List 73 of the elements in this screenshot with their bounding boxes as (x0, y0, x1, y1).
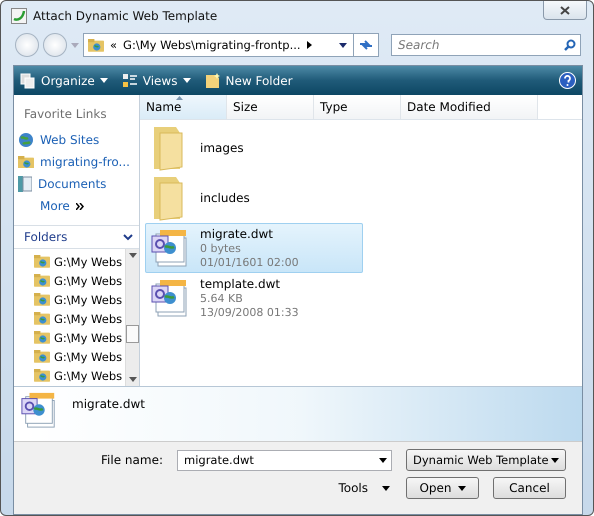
close-icon (560, 6, 570, 14)
folder-globe-icon (34, 274, 50, 287)
favorite-link[interactable]: migrating-fro... (14, 151, 139, 173)
file-name-label: File name: (101, 453, 163, 467)
folder-globe-icon (34, 350, 50, 363)
tools-button[interactable]: Tools (338, 481, 392, 495)
toolbar-button[interactable]: Organize (20, 72, 108, 88)
section-title: Favorite Links (23, 106, 108, 123)
folder-tree-item[interactable]: G:\My Webs (14, 347, 125, 366)
favorite-link[interactable]: Web Sites (14, 129, 139, 151)
file-type-dropdown[interactable]: Dynamic Web Template (406, 449, 566, 471)
documents-icon (18, 176, 32, 192)
folder-globe-icon (34, 255, 50, 268)
refresh-icon (359, 39, 373, 52)
folders-header[interactable]: Folders (14, 225, 139, 249)
folder-tree-item[interactable]: G:\My Webs (14, 290, 125, 309)
app-icon (11, 8, 27, 24)
forward-button[interactable] (43, 33, 67, 58)
folder-tree-item[interactable]: G:\My Webs (14, 328, 125, 347)
new-folder-icon (204, 72, 220, 88)
folder-tree-item[interactable]: G:\My Webs (14, 271, 125, 290)
folder-globe-icon (34, 369, 50, 382)
column-header[interactable]: Date Modified (401, 95, 538, 119)
favorite-link[interactable]: More (14, 195, 139, 217)
globe-icon (18, 132, 34, 148)
close-button[interactable] (543, 1, 587, 20)
file-name-combo[interactable]: migrate.dwt (177, 450, 392, 470)
double-chevron-icon (76, 202, 84, 210)
folder-globe-icon (34, 312, 50, 325)
caret-icon (71, 42, 79, 48)
back-button[interactable] (15, 33, 39, 58)
folder-globe-icon (34, 331, 50, 344)
scrollbar[interactable] (125, 249, 139, 386)
folder-tree-item[interactable]: G:\My Webs (14, 309, 125, 328)
toolbar-button[interactable]: Views (122, 72, 190, 88)
scrollbar-thumb[interactable] (126, 325, 139, 343)
caret-icon (551, 458, 559, 462)
window-title: Attach Dynamic Web Template (33, 9, 218, 24)
address-bar[interactable]: « G:\My Webs\migrating-frontp... (83, 33, 379, 58)
sort-arrow-icon (176, 96, 183, 100)
selected-file-name: migrate.dwt (72, 397, 145, 411)
folder-tree-item[interactable]: G:\My Webs (14, 366, 125, 385)
views-icon (122, 72, 138, 88)
column-header[interactable]: Name (140, 95, 227, 119)
favorite-link[interactable]: Documents (14, 173, 139, 195)
folder-globe-icon (18, 156, 34, 168)
file-item[interactable]: includes (145, 173, 363, 223)
split-button[interactable]: Open (406, 477, 479, 499)
file-item[interactable]: template.dwt 5.64 KB 13/09/2008 01:33 (145, 273, 363, 323)
folder-globe-icon (34, 293, 50, 306)
caret-icon (100, 78, 108, 83)
caret-icon (128, 377, 136, 382)
caret-icon (382, 486, 390, 490)
address-path: G:\My Webs\migrating-frontp... (123, 38, 301, 52)
file-item[interactable]: migrate.dwt 0 bytes 01/01/1601 02:00 (145, 223, 363, 273)
folder-tree-item[interactable]: G:\My Webs (14, 252, 125, 271)
file-item[interactable]: images (145, 123, 363, 173)
caret-icon (379, 458, 387, 462)
breadcrumb-chevron: « (110, 38, 118, 52)
toolbar-button[interactable]: New Folder (204, 72, 293, 88)
column-header[interactable]: Size (227, 95, 314, 119)
chevron-icon (306, 41, 312, 50)
search-box[interactable]: Search (391, 34, 581, 56)
caret-icon (339, 42, 347, 48)
button[interactable]: Cancel (493, 477, 566, 499)
pages-icon (20, 72, 36, 88)
column-header[interactable]: Type (314, 95, 401, 119)
help-icon[interactable] (559, 72, 576, 89)
search-icon (564, 39, 576, 52)
caret-icon (458, 486, 466, 490)
folder-globe-icon (88, 39, 104, 52)
caret-icon (128, 253, 136, 258)
caret-icon (182, 78, 190, 83)
